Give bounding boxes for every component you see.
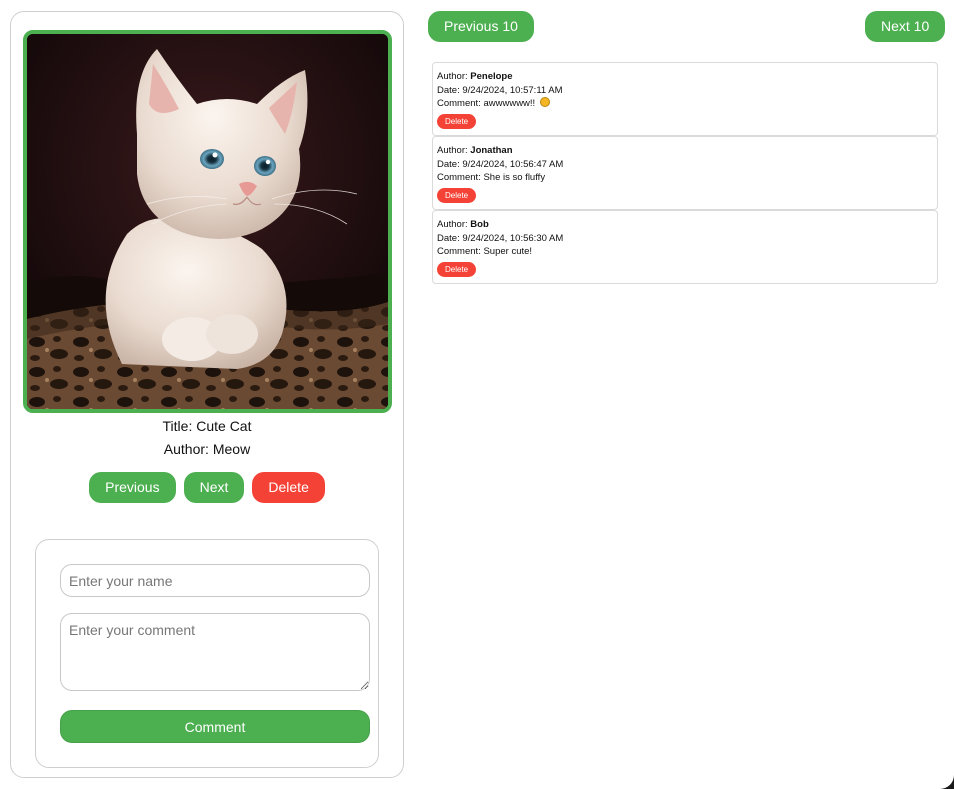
comment-text-line: Comment: She is so fluffy (437, 171, 933, 185)
author-value: Meow (212, 441, 251, 457)
comment-card: Author: Jonathan Date: 9/24/2024, 10:56:… (432, 136, 938, 210)
comment-date-line: Date: 9/24/2024, 10:57:11 AM (437, 84, 933, 98)
comment-date: 9/24/2024, 10:56:30 AM (462, 232, 564, 244)
comment-textarea[interactable] (60, 613, 370, 691)
comment-author-line: Author: Bob (437, 218, 933, 232)
comment-date: 9/24/2024, 10:56:47 AM (462, 158, 564, 170)
comment-author-label: Author: (437, 145, 468, 156)
title-label: Title: (162, 418, 193, 434)
author-label: Author: (163, 441, 209, 457)
previous-image-button[interactable]: Previous (89, 472, 176, 503)
comment-date: 9/24/2024, 10:57:11 AM (462, 84, 563, 96)
delete-image-button[interactable]: Delete (252, 472, 325, 503)
window-corner (940, 775, 954, 789)
comment-author: Penelope (470, 71, 513, 82)
name-input[interactable] (60, 564, 370, 597)
comment-text-line: Comment: Super cute! (437, 245, 933, 259)
comment-list: Author: Penelope Date: 9/24/2024, 10:57:… (432, 62, 938, 284)
previous-10-button[interactable]: Previous 10 (428, 11, 534, 42)
comment-submit-button[interactable]: Comment (60, 710, 370, 743)
comment-text-label: Comment: (437, 246, 481, 258)
comment-text-line: Comment: awwwwww!! (437, 97, 933, 111)
kitten-image (27, 34, 388, 409)
comment-author-line: Author: Penelope (437, 70, 933, 84)
comment-text-label: Comment: (437, 98, 481, 110)
comment-date-label: Date: (437, 232, 460, 244)
comment-date-label: Date: (437, 84, 460, 96)
image-actions: Previous Next Delete (11, 472, 403, 503)
smiling-face-icon (539, 97, 550, 108)
comment-author: Jonathan (470, 145, 513, 156)
comment-author-line: Author: Jonathan (437, 144, 933, 158)
next-10-button[interactable]: Next 10 (865, 11, 946, 42)
cat-photo (23, 30, 392, 413)
delete-comment-button[interactable]: Delete (437, 187, 477, 203)
comment-card: Author: Bob Date: 9/24/2024, 10:56:30 AM… (432, 210, 938, 284)
comment-text-label: Comment: (437, 172, 481, 184)
comment-author-label: Author: (437, 219, 468, 230)
comment-form: Comment (35, 539, 379, 768)
image-author: Author: Meow (11, 441, 403, 457)
delete-comment-button[interactable]: Delete (437, 261, 477, 277)
image-viewer-card: Title: Cute Cat Author: Meow Previous Ne… (10, 11, 404, 778)
delete-comment-button[interactable]: Delete (437, 113, 477, 129)
comment-author: Bob (470, 219, 489, 230)
comment-text: Super cute! (483, 246, 533, 258)
comment-author-label: Author: (437, 71, 468, 82)
title-value: Cute Cat (196, 418, 252, 434)
comment-date-label: Date: (437, 158, 460, 170)
comment-date-line: Date: 9/24/2024, 10:56:30 AM (437, 232, 933, 246)
comment-date-line: Date: 9/24/2024, 10:56:47 AM (437, 158, 933, 172)
comment-text: awwwwww!! (483, 98, 536, 110)
comment-card: Author: Penelope Date: 9/24/2024, 10:57:… (432, 62, 938, 136)
next-image-button[interactable]: Next (183, 472, 245, 503)
image-title: Title: Cute Cat (11, 418, 403, 434)
comment-text: She is so fluffy (483, 172, 546, 184)
